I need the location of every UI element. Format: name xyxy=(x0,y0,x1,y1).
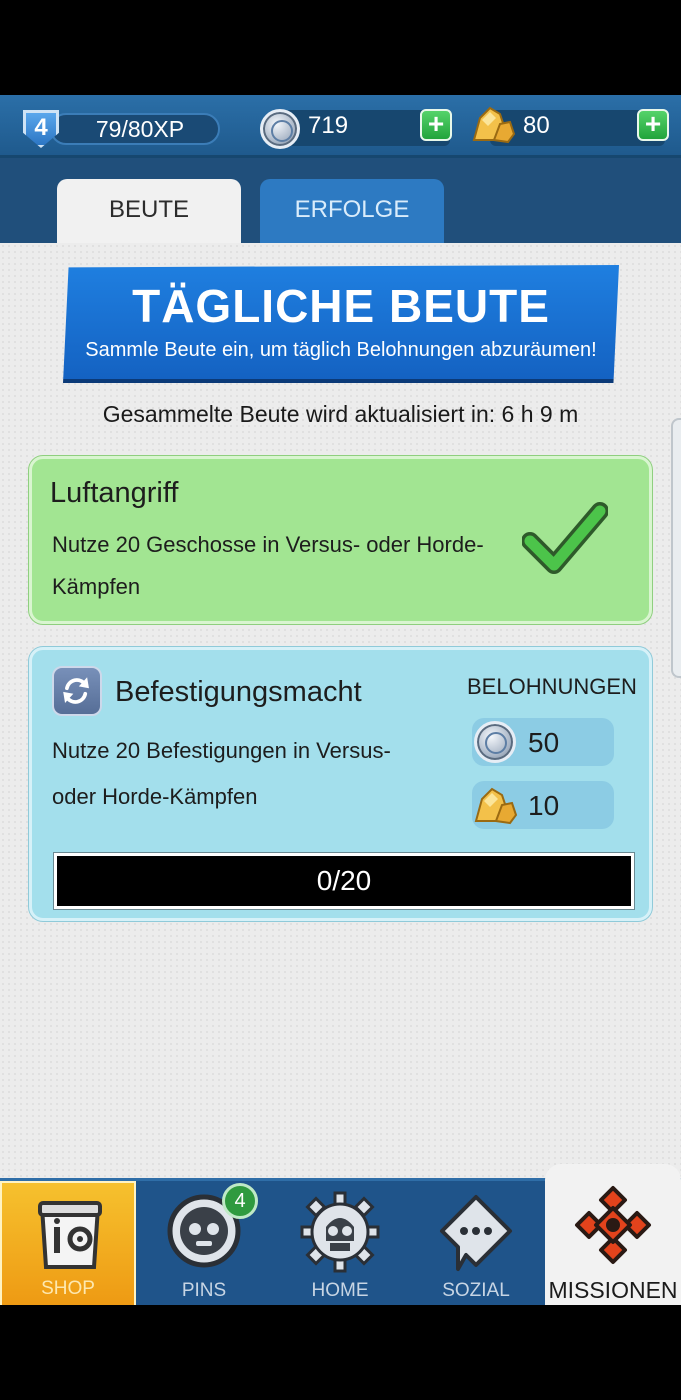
mission-card-luftangriff[interactable]: Luftangriff Nutze 20 Geschosse in Versus… xyxy=(29,456,652,624)
silver-coin-icon xyxy=(260,109,300,149)
checkmark-icon xyxy=(522,502,608,574)
mission-description-line1: Nutze 20 Befestigungen in Versus- xyxy=(52,738,391,763)
nav-label: MISSIONEN xyxy=(548,1277,678,1303)
status-bar xyxy=(0,0,681,95)
add-silver-button[interactable]: + xyxy=(420,109,452,141)
refresh-timer: Gesammelte Beute wird aktualisiert in: 6… xyxy=(102,401,579,427)
gold-nugget-icon xyxy=(474,787,518,825)
level-value: 4 xyxy=(34,114,48,141)
mission-description-line2: oder Horde-Kämpfen xyxy=(52,784,258,809)
banner-title: TÄGLICHE BEUTE xyxy=(132,280,550,332)
side-scroll-handle[interactable] xyxy=(671,418,681,678)
gold-nugget-icon xyxy=(472,106,516,144)
reward-silver-amount: 50 xyxy=(528,727,560,758)
daily-loot-banner: TÄGLICHE BEUTE Sammle Beute ein, um tägl… xyxy=(63,265,619,383)
mission-progress-bar: 0/20 xyxy=(54,853,634,909)
tab-bar: BEUTE ERFOLGE xyxy=(0,158,681,243)
notification-badge: 4 xyxy=(222,1183,258,1219)
nav-pins[interactable]: 4 PINS xyxy=(136,1181,272,1308)
silver-amount: 719 xyxy=(308,112,349,139)
mission-title: Befestigungsmacht xyxy=(115,676,362,708)
mission-description-line1: Nutze 20 Geschosse in Versus- oder Horde… xyxy=(52,532,484,557)
skull-cog-icon xyxy=(300,1191,380,1273)
mission-card-befestigungsmacht[interactable]: Befestigungsmacht Nutze 20 Befestigungen… xyxy=(29,647,652,921)
nav-label: SHOP xyxy=(41,1278,95,1299)
progress-text: 0/20 xyxy=(316,865,372,896)
bottom-navigation: SHOP 4 PINS HOME SOZIAL MISSIONEN xyxy=(0,1164,681,1308)
level-badge[interactable]: 4 xyxy=(23,110,59,148)
nav-label: SOZIAL xyxy=(442,1280,510,1301)
daily-loot-panel: TÄGLICHE BEUTE Sammle Beute ein, um tägl… xyxy=(0,243,681,1178)
reward-silver: 50 xyxy=(472,718,614,766)
refresh-icon xyxy=(63,677,89,704)
gold-amount: 80 xyxy=(523,112,550,139)
banner-subtitle: Sammle Beute ein, um täglich Belohnungen… xyxy=(85,339,597,361)
shop-crate-icon xyxy=(38,1201,102,1269)
nav-missionen[interactable]: MISSIONEN xyxy=(545,1164,681,1308)
tab-beute[interactable]: BEUTE xyxy=(57,179,241,243)
tab-erfolge[interactable]: ERFOLGE xyxy=(260,179,444,243)
reward-gold: 10 xyxy=(472,781,614,829)
reward-gold-amount: 10 xyxy=(528,790,560,821)
nav-sozial[interactable]: SOZIAL xyxy=(408,1181,544,1308)
xp-text: 79/80XP xyxy=(95,116,185,142)
nav-shop[interactable]: SHOP xyxy=(0,1181,136,1308)
mission-description-line2: Kämpfen xyxy=(52,574,141,599)
chat-bubble-icon xyxy=(440,1195,512,1271)
rewards-label: BELOHNUNGEN xyxy=(467,674,637,699)
reroll-mission-button[interactable] xyxy=(52,666,102,716)
xp-display: 79/80XP xyxy=(50,113,220,145)
system-nav-bar xyxy=(0,1305,681,1400)
silver-coin-icon xyxy=(474,721,516,763)
missions-emblem-icon xyxy=(575,1186,651,1264)
resource-bar: 79/80XP 4 719 + 80 + xyxy=(0,95,681,158)
nav-label: PINS xyxy=(181,1280,227,1301)
add-gold-button[interactable]: + xyxy=(637,109,669,141)
nav-home[interactable]: HOME xyxy=(272,1181,408,1308)
nav-label: HOME xyxy=(311,1280,369,1301)
mission-title: Luftangriff xyxy=(50,477,179,509)
